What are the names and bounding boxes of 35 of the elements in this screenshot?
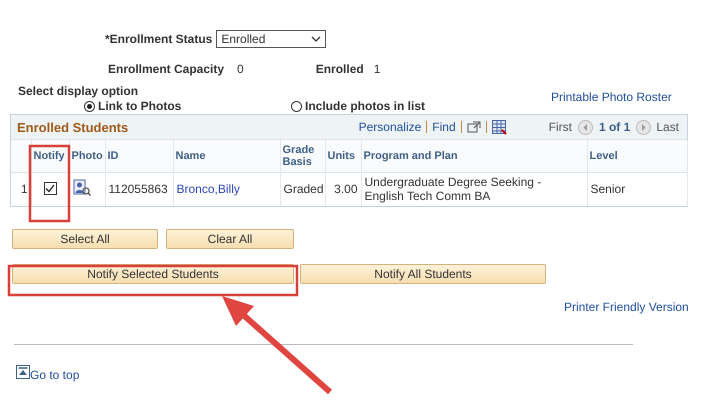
find-link[interactable]: Find: [432, 120, 456, 134]
column-header: Program and Plan: [361, 140, 587, 172]
column-header: Grade Basis: [280, 140, 325, 172]
field-label: Enrolled: [316, 62, 364, 76]
personalize-link[interactable]: Personalize: [358, 120, 422, 134]
table-cell: 112055863: [105, 172, 173, 206]
column-header: Photo: [69, 140, 105, 172]
column-header: Name: [173, 140, 280, 172]
first-label: First: [548, 120, 572, 134]
select-button[interactable]: Clear All: [166, 229, 294, 249]
table-cell: Graded: [280, 172, 325, 206]
printable-photo-roster-link[interactable]: Printable Photo Roster: [551, 90, 672, 104]
table-cell: Undergraduate Degree Seeking - English Tech Comm BA: [361, 172, 587, 206]
enrollment-status-dropdown[interactable]: Enrolled: [216, 30, 326, 48]
table-cell: 3.00: [325, 172, 361, 206]
field-label: *Enrollment Status: [105, 32, 212, 46]
radio-label: Link to Photos: [98, 99, 182, 113]
column-header: Level: [587, 140, 687, 172]
radio-label: Include photos in list: [305, 99, 425, 113]
grid-title: Enrolled Students: [17, 120, 130, 134]
select-button[interactable]: Select All: [12, 229, 158, 249]
column-header: Units: [325, 140, 361, 172]
last-label: Last: [656, 120, 679, 134]
notify-button[interactable]: Notify All Students: [300, 264, 546, 284]
student-name-link[interactable]: Bronco,Billy: [176, 182, 240, 196]
page-range: 1 of 1: [598, 120, 630, 134]
section-label: Select display option: [18, 84, 138, 98]
printer-friendly-link[interactable]: Printer Friendly Version: [564, 300, 689, 314]
field-label: Enrollment Capacity: [108, 62, 224, 76]
table-cell: Senior: [587, 172, 687, 206]
go-to-top-link[interactable]: Go to top: [30, 368, 80, 382]
column-header: ID: [105, 140, 173, 172]
row-number: 1: [11, 172, 31, 206]
field-value: 1: [374, 62, 380, 76]
field-value: 0: [237, 62, 244, 76]
